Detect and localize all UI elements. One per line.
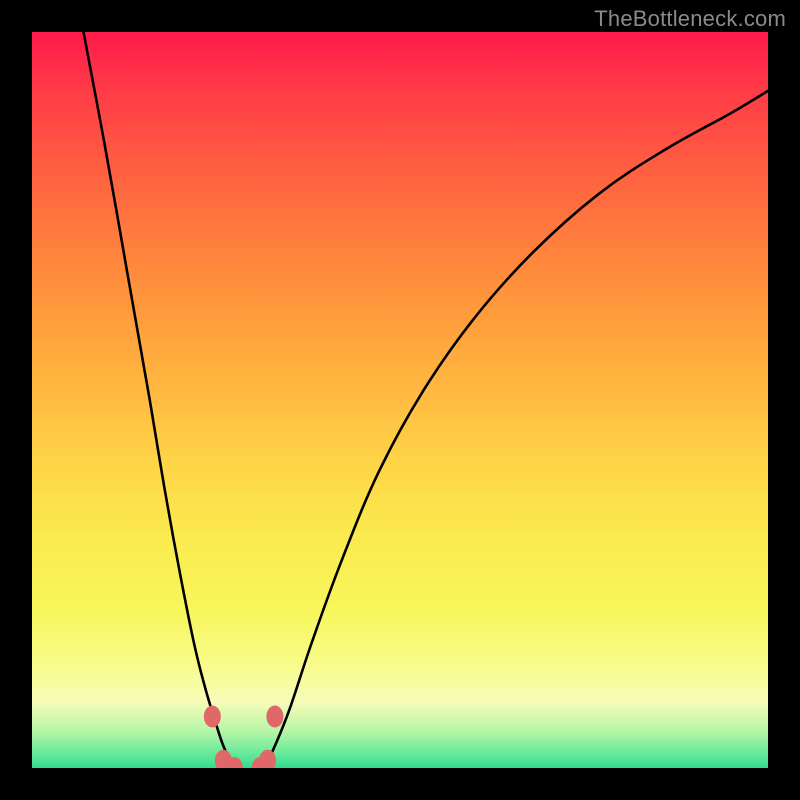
highlight-marker-0 xyxy=(204,705,221,727)
curve-left-branch xyxy=(84,32,239,768)
highlight-marker-5 xyxy=(259,750,276,768)
outer-frame: TheBottleneck.com xyxy=(0,0,800,800)
highlight-marker-1 xyxy=(266,705,283,727)
curve-svg xyxy=(32,32,768,768)
curve-right-branch xyxy=(260,91,768,768)
plot-area xyxy=(32,32,768,768)
watermark-text: TheBottleneck.com xyxy=(594,6,786,32)
